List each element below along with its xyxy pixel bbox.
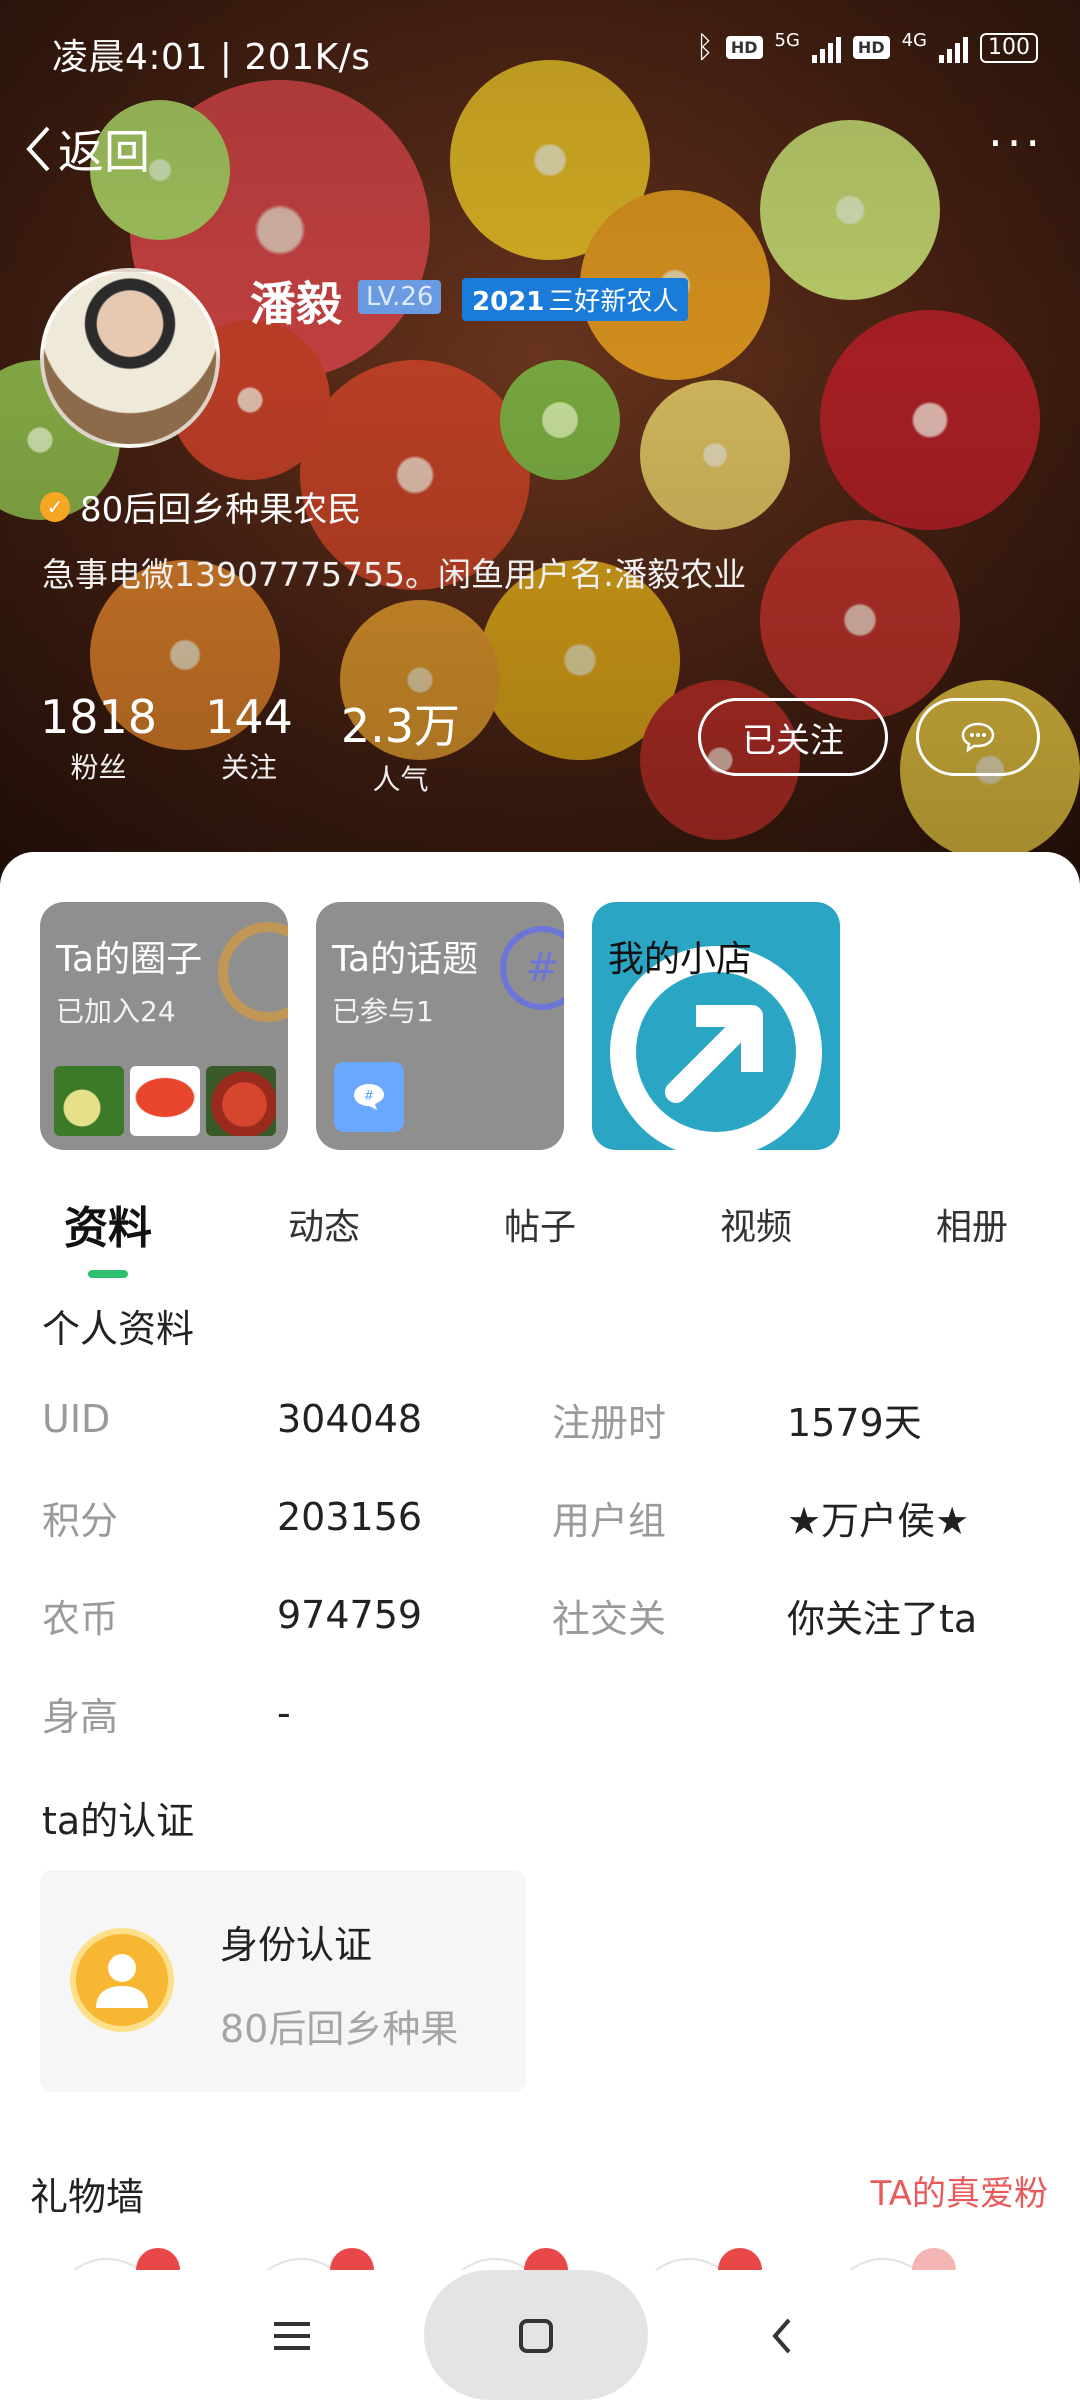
info-value: 你关注了ta (787, 1596, 978, 1641)
signal-icon (811, 33, 841, 63)
status-bar: 凌晨4:01 | 201K/s ᛒ HD 5G HD 4G 100 (0, 0, 1080, 100)
info-row: 身高 - (42, 1664, 1042, 1762)
tab-videos[interactable]: 视频 (648, 1178, 864, 1278)
feature-tiles: Ta的圈子 已加入24 # Ta的话题 已参与1 # 我的小店 (40, 902, 840, 1150)
home-icon[interactable] (506, 2306, 566, 2366)
status-time: 凌晨4:01 | 201K/s (52, 37, 371, 78)
tile-shop[interactable]: 我的小店 (592, 902, 840, 1150)
verification-text: 80后回乡种果农民 (80, 490, 362, 530)
info-value: - (277, 1691, 291, 1735)
back-label: 返回 (58, 125, 150, 179)
stat-number: 1818 (40, 690, 158, 744)
top-fans-link[interactable]: TA的真爱粉 (871, 2166, 1048, 2215)
tab-posts[interactable]: 帖子 (432, 1178, 648, 1278)
tile-title: 我的小店 (608, 939, 753, 980)
svg-text:#: # (364, 1089, 375, 1104)
back-button[interactable]: 返回 (24, 116, 150, 182)
tile-title: Ta的圈子 (56, 939, 203, 980)
chat-bubble-icon (961, 722, 995, 753)
stat-label: 人气 (372, 763, 429, 796)
network-type-5g: 5G (774, 30, 800, 51)
more-options-icon[interactable]: ··· (988, 116, 1044, 170)
info-row: UID 304048 注册时 1579天 (42, 1370, 1042, 1468)
circle-thumbnails (54, 1066, 276, 1136)
honor-year: 2021 (472, 287, 545, 317)
certification-title: ta的认证 (42, 1799, 195, 1843)
hd-icon-2: HD (852, 36, 890, 59)
profile-tabs: 资料 动态 帖子 视频 相册 (0, 1178, 1080, 1278)
tile-circles[interactable]: Ta的圈子 已加入24 (40, 902, 288, 1150)
info-key: UID (42, 1397, 111, 1441)
info-row: 积分 203156 用户组 ★万户侯★ (42, 1468, 1042, 1566)
gift-wall-title: 礼物墙 (30, 2175, 145, 2219)
personal-info-grid: UID 304048 注册时 1579天 积分 203156 用户组 ★万户侯★… (42, 1370, 1042, 1762)
verification-line: ✓ 80后回乡种果农民 (40, 482, 361, 531)
stat-number: 2.3万 (340, 699, 461, 753)
info-key: 农币 (42, 1596, 119, 1641)
stat-fans[interactable]: 1818 粉丝 (40, 690, 157, 798)
tile-subtitle: 已加入24 (56, 995, 176, 1028)
signal-icon-2 (939, 33, 968, 63)
back-nav-icon[interactable] (752, 2306, 812, 2366)
user-stats: 1818 粉丝 144 关注 2.3万 人气 (40, 690, 460, 798)
lantern-thumbnail (130, 1066, 200, 1136)
hd-icon: HD (725, 36, 763, 59)
info-key: 用户组 (552, 1498, 667, 1543)
tab-activity[interactable]: 动态 (216, 1178, 432, 1278)
tab-albums[interactable]: 相册 (864, 1178, 1080, 1278)
tile-subtitle: 已参与1 (332, 995, 434, 1028)
info-key: 身高 (42, 1694, 119, 1739)
topic-chip-icon: # (334, 1062, 404, 1132)
info-value: ★万户侯★ (787, 1498, 970, 1543)
tab-profile[interactable]: 资料 (0, 1178, 216, 1278)
stat-popularity: 2.3万 人气 (341, 690, 460, 798)
avocado-thumbnail (54, 1066, 124, 1136)
user-name: 潘毅 (250, 277, 342, 331)
info-key: 社交关 (552, 1596, 667, 1641)
tile-topics[interactable]: # Ta的话题 已参与1 # (316, 902, 564, 1150)
system-navigation-bar (0, 2270, 1080, 2400)
certification-card[interactable]: 身份认证 80后回乡种果 (40, 1870, 526, 2092)
personal-info-title: 个人资料 (42, 1307, 195, 1351)
info-value: 1579天 (787, 1400, 922, 1445)
battery-icon: 100 (980, 32, 1038, 63)
network-type-4g: 4G (901, 30, 927, 51)
topic-hash-icon: # (500, 926, 564, 1010)
honor-text: 三好新农人 (548, 287, 679, 317)
certification-name: 身份认证 (220, 1923, 373, 1967)
chevron-left-icon (26, 126, 50, 172)
tile-title: Ta的话题 (332, 939, 479, 980)
info-value: 974759 (277, 1593, 423, 1637)
honor-badge: 2021 三好新农人 (462, 278, 689, 321)
stat-number: 144 (205, 690, 293, 744)
follow-button[interactable]: 已关注 (698, 698, 888, 776)
user-bio: 急事电微13907775755。闲鱼用户名:潘毅农业 (42, 555, 747, 594)
circle-deco-icon (218, 922, 288, 1022)
top-navigation: 返回 ··· (0, 100, 1080, 190)
level-badge: LV.26 (358, 280, 442, 314)
certification-description: 80后回乡种果 (220, 2007, 459, 2051)
info-key: 注册时 (552, 1400, 667, 1445)
mango-thumbnail (206, 1066, 276, 1136)
message-button[interactable] (916, 698, 1040, 776)
stat-label: 关注 (220, 751, 277, 784)
stat-label: 粉丝 (70, 751, 127, 784)
info-value: 304048 (277, 1397, 423, 1441)
user-icon (70, 1928, 174, 2032)
info-row: 农币 974759 社交关 你关注了ta (42, 1566, 1042, 1664)
stat-following[interactable]: 144 关注 (205, 690, 293, 798)
verified-icon: ✓ (40, 491, 70, 522)
info-key: 积分 (42, 1498, 119, 1543)
avatar[interactable] (40, 268, 220, 448)
profile-detail-card: Ta的圈子 已加入24 # Ta的话题 已参与1 # 我的小店 资料 动态 帖子… (0, 852, 1080, 2400)
menu-icon[interactable] (262, 2306, 322, 2366)
status-icons: ᛒ HD 5G HD 4G 100 (696, 30, 1038, 65)
info-value: 203156 (277, 1495, 423, 1539)
bluetooth-icon: ᛒ (695, 30, 714, 65)
